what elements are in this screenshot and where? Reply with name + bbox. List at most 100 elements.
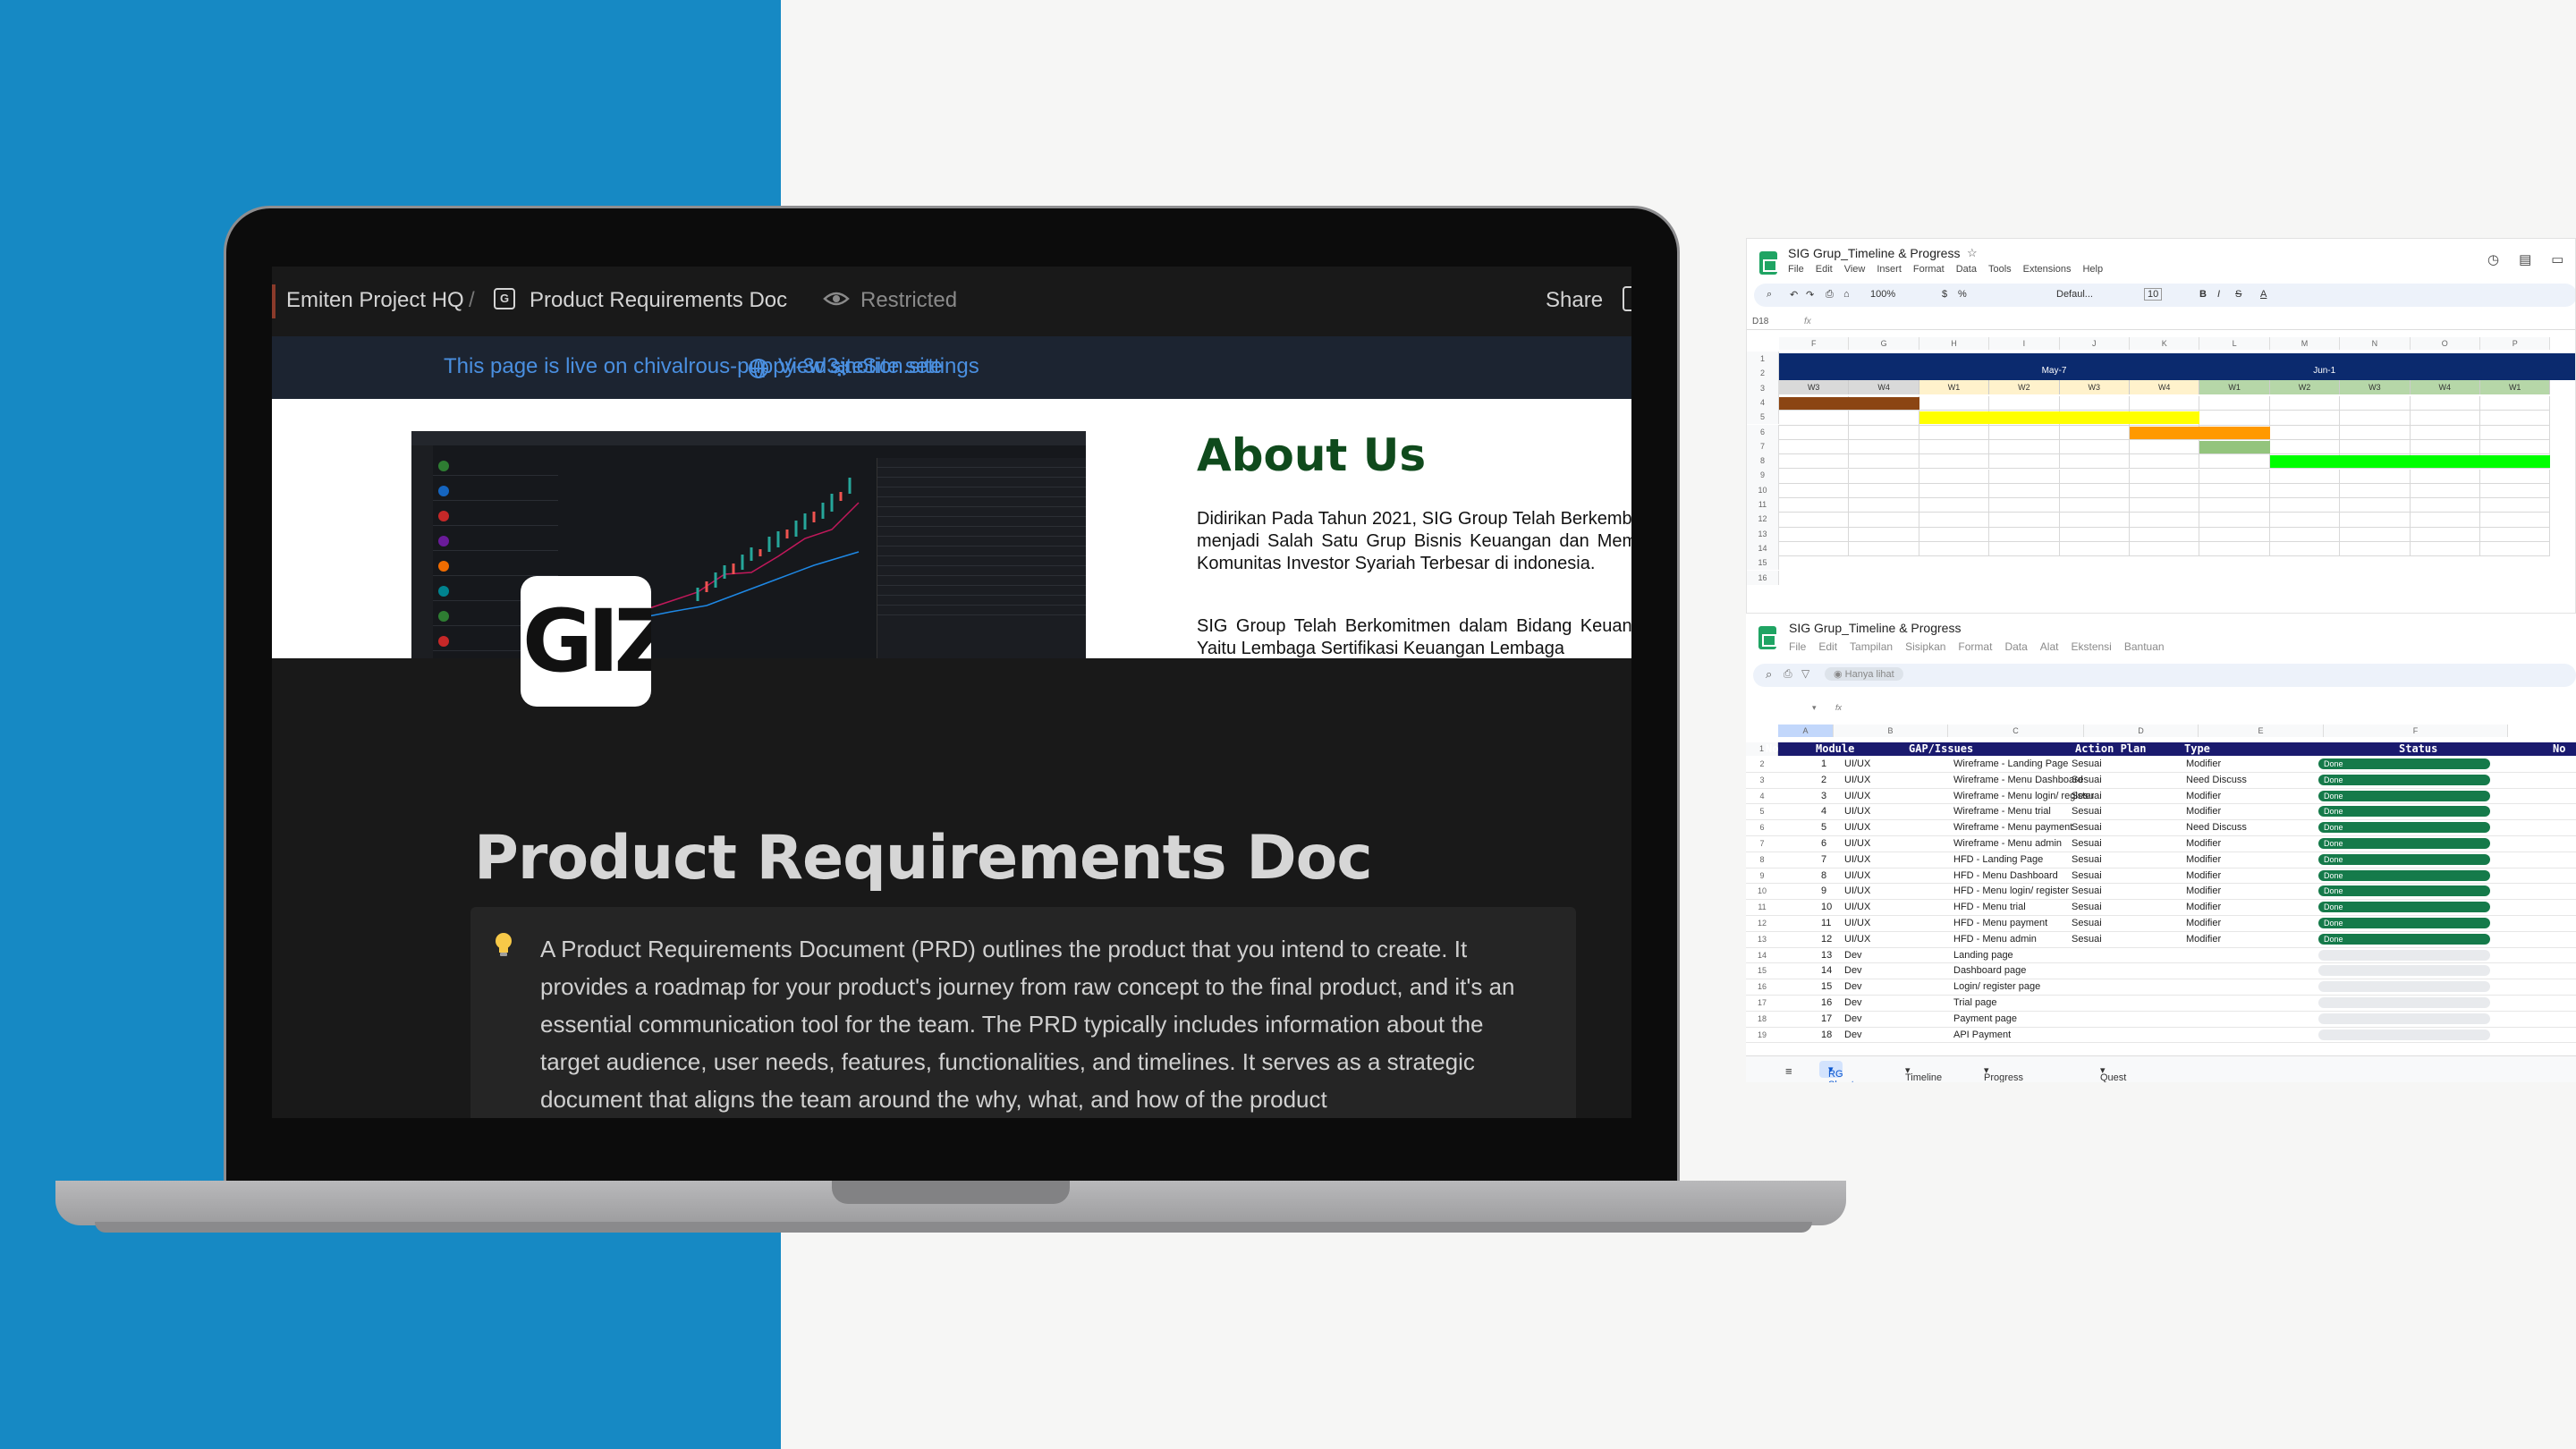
grid-cell[interactable]	[1989, 469, 2060, 484]
grid-cell[interactable]	[2269, 483, 2341, 499]
grid-cell[interactable]	[2480, 483, 2551, 499]
grid-cell[interactable]	[1989, 454, 2060, 470]
column-header[interactable]: N	[2340, 337, 2411, 350]
grid-cell[interactable]	[2410, 469, 2480, 484]
zoom-select[interactable]: 100%	[1870, 289, 1895, 300]
grid-cell[interactable]	[2199, 542, 2270, 557]
column-header[interactable]: L	[2199, 337, 2270, 350]
column-header[interactable]: F	[2324, 724, 2508, 737]
grid-cell[interactable]	[2269, 542, 2341, 557]
comments-icon[interactable]	[1623, 286, 1631, 311]
tab-rg-sheet[interactable]: RG Sheet ▾	[1819, 1061, 1854, 1082]
grid-cell[interactable]	[1849, 469, 1919, 484]
grid-cell[interactable]	[1779, 425, 1850, 440]
row-number[interactable]: 2	[1747, 366, 1779, 381]
grid-cell[interactable]	[2340, 469, 2411, 484]
grid-cell[interactable]	[2340, 483, 2411, 499]
grid-cell[interactable]	[1779, 527, 1850, 542]
grid-cell[interactable]	[1849, 498, 1919, 513]
menu-item[interactable]: Edit	[1816, 264, 1833, 275]
grid-cell[interactable]	[2199, 454, 2270, 470]
grid-cell[interactable]	[2340, 527, 2411, 542]
grid-cell[interactable]	[2480, 396, 2551, 411]
grid-cell[interactable]	[1849, 527, 1919, 542]
column-header[interactable]: F	[1779, 337, 1850, 350]
table-row[interactable]: 11 10 UI/UX HFD - Menu trial Sesuai Modifier D…	[1746, 900, 2576, 916]
menu-item[interactable]: Format	[1913, 264, 1945, 275]
grid-cell[interactable]	[2199, 527, 2270, 542]
grid-cell[interactable]	[1919, 396, 1990, 411]
grid-cell[interactable]	[2269, 498, 2341, 513]
grid-cell[interactable]	[2340, 498, 2411, 513]
grid-cell[interactable]	[2410, 527, 2480, 542]
menu-item[interactable]: Alat	[2040, 640, 2059, 653]
italic-icon[interactable]: I	[2217, 289, 2220, 300]
status-pill[interactable]: Done	[2318, 918, 2490, 928]
print-icon[interactable]: ⎙	[1784, 667, 1792, 681]
breadcrumb-page[interactable]: Product Requirements Doc	[530, 288, 787, 313]
grid-cell[interactable]	[1779, 483, 1850, 499]
grid-cell[interactable]	[1919, 527, 1990, 542]
row-number[interactable]: 10	[1747, 482, 1779, 497]
grid-cell[interactable]	[1989, 425, 2060, 440]
grid-cell[interactable]	[1779, 513, 1850, 528]
column-header[interactable]: O	[2410, 337, 2480, 350]
row-number[interactable]: 9	[1747, 468, 1779, 483]
status-pill[interactable]	[2318, 1029, 2490, 1040]
restricted-indicator[interactable]: Restricted	[823, 288, 957, 313]
grid-cell[interactable]	[1989, 439, 2060, 455]
grid-cell[interactable]	[2269, 396, 2341, 411]
grid-cell[interactable]	[2410, 513, 2480, 528]
search-icon[interactable]: ⌕	[1766, 667, 1772, 682]
bold-icon[interactable]: B	[2199, 289, 2207, 300]
grid-cell[interactable]	[2269, 513, 2341, 528]
table-row[interactable]: 7 6 UI/UX Wireframe - Menu admin Sesuai Modif…	[1746, 836, 2576, 852]
grid-cell[interactable]	[2269, 469, 2341, 484]
filter-icon[interactable]: ▽	[1801, 667, 1809, 680]
grid-cell[interactable]	[2480, 527, 2551, 542]
video-icon[interactable]: ▭	[2551, 251, 2563, 267]
tab-quest[interactable]: Quest ▾	[2100, 1064, 2126, 1082]
row-number[interactable]: 14	[1747, 540, 1779, 556]
table-row[interactable]: 14 13 Dev Landing page	[1746, 948, 2576, 964]
grid-cell[interactable]	[2269, 411, 2341, 426]
grid-cell[interactable]	[2059, 542, 2130, 557]
grid-cell[interactable]	[1919, 483, 1990, 499]
grid-cell[interactable]	[2130, 513, 2200, 528]
grid-cell[interactable]	[2410, 439, 2480, 455]
column-header[interactable]: C	[1948, 724, 2084, 737]
search-icon[interactable]: ⌕	[1767, 289, 1772, 301]
grid-cell[interactable]	[2340, 513, 2411, 528]
grid-cell[interactable]	[2059, 527, 2130, 542]
menu-item[interactable]: Format	[1958, 640, 1992, 653]
grid-cell[interactable]	[2059, 396, 2130, 411]
grid-cell[interactable]	[1919, 439, 1990, 455]
menu-item[interactable]: Data	[2004, 640, 2027, 653]
status-pill[interactable]	[2318, 1013, 2490, 1024]
row-number[interactable]: 12	[1747, 512, 1779, 527]
breadcrumb-workspace[interactable]: Emiten Project HQ	[286, 288, 464, 313]
grid-cell[interactable]	[1849, 454, 1919, 470]
grid-cell[interactable]	[2130, 439, 2200, 455]
menu-item[interactable]: File	[1788, 264, 1804, 275]
grid-cell[interactable]	[2410, 396, 2480, 411]
grid-cell[interactable]	[2199, 498, 2270, 513]
font-select[interactable]: Defaul...	[2056, 289, 2093, 300]
grid-cell[interactable]	[2199, 396, 2270, 411]
column-header[interactable]: D	[2084, 724, 2199, 737]
menu-item[interactable]: Extensions	[2023, 264, 2072, 275]
table-row[interactable]: 17 16 Dev Trial page	[1746, 996, 2576, 1012]
menu-item[interactable]: Bantuan	[2124, 640, 2165, 653]
grid-cell[interactable]	[2480, 425, 2551, 440]
all-sheets-icon[interactable]: ≡	[1785, 1064, 1792, 1078]
undo-icon[interactable]: ↶	[1790, 289, 1798, 301]
status-pill[interactable]	[2318, 965, 2490, 977]
grid-cell[interactable]	[1779, 439, 1850, 455]
row-number[interactable]: 7	[1747, 438, 1779, 454]
grid-cell[interactable]	[1779, 469, 1850, 484]
grid-cell[interactable]	[1849, 425, 1919, 440]
grid-cell[interactable]	[2410, 498, 2480, 513]
tab-timeline[interactable]: Timeline ▾	[1905, 1064, 1942, 1082]
share-button[interactable]: Share	[1546, 288, 1603, 313]
grid-cell[interactable]	[2199, 469, 2270, 484]
